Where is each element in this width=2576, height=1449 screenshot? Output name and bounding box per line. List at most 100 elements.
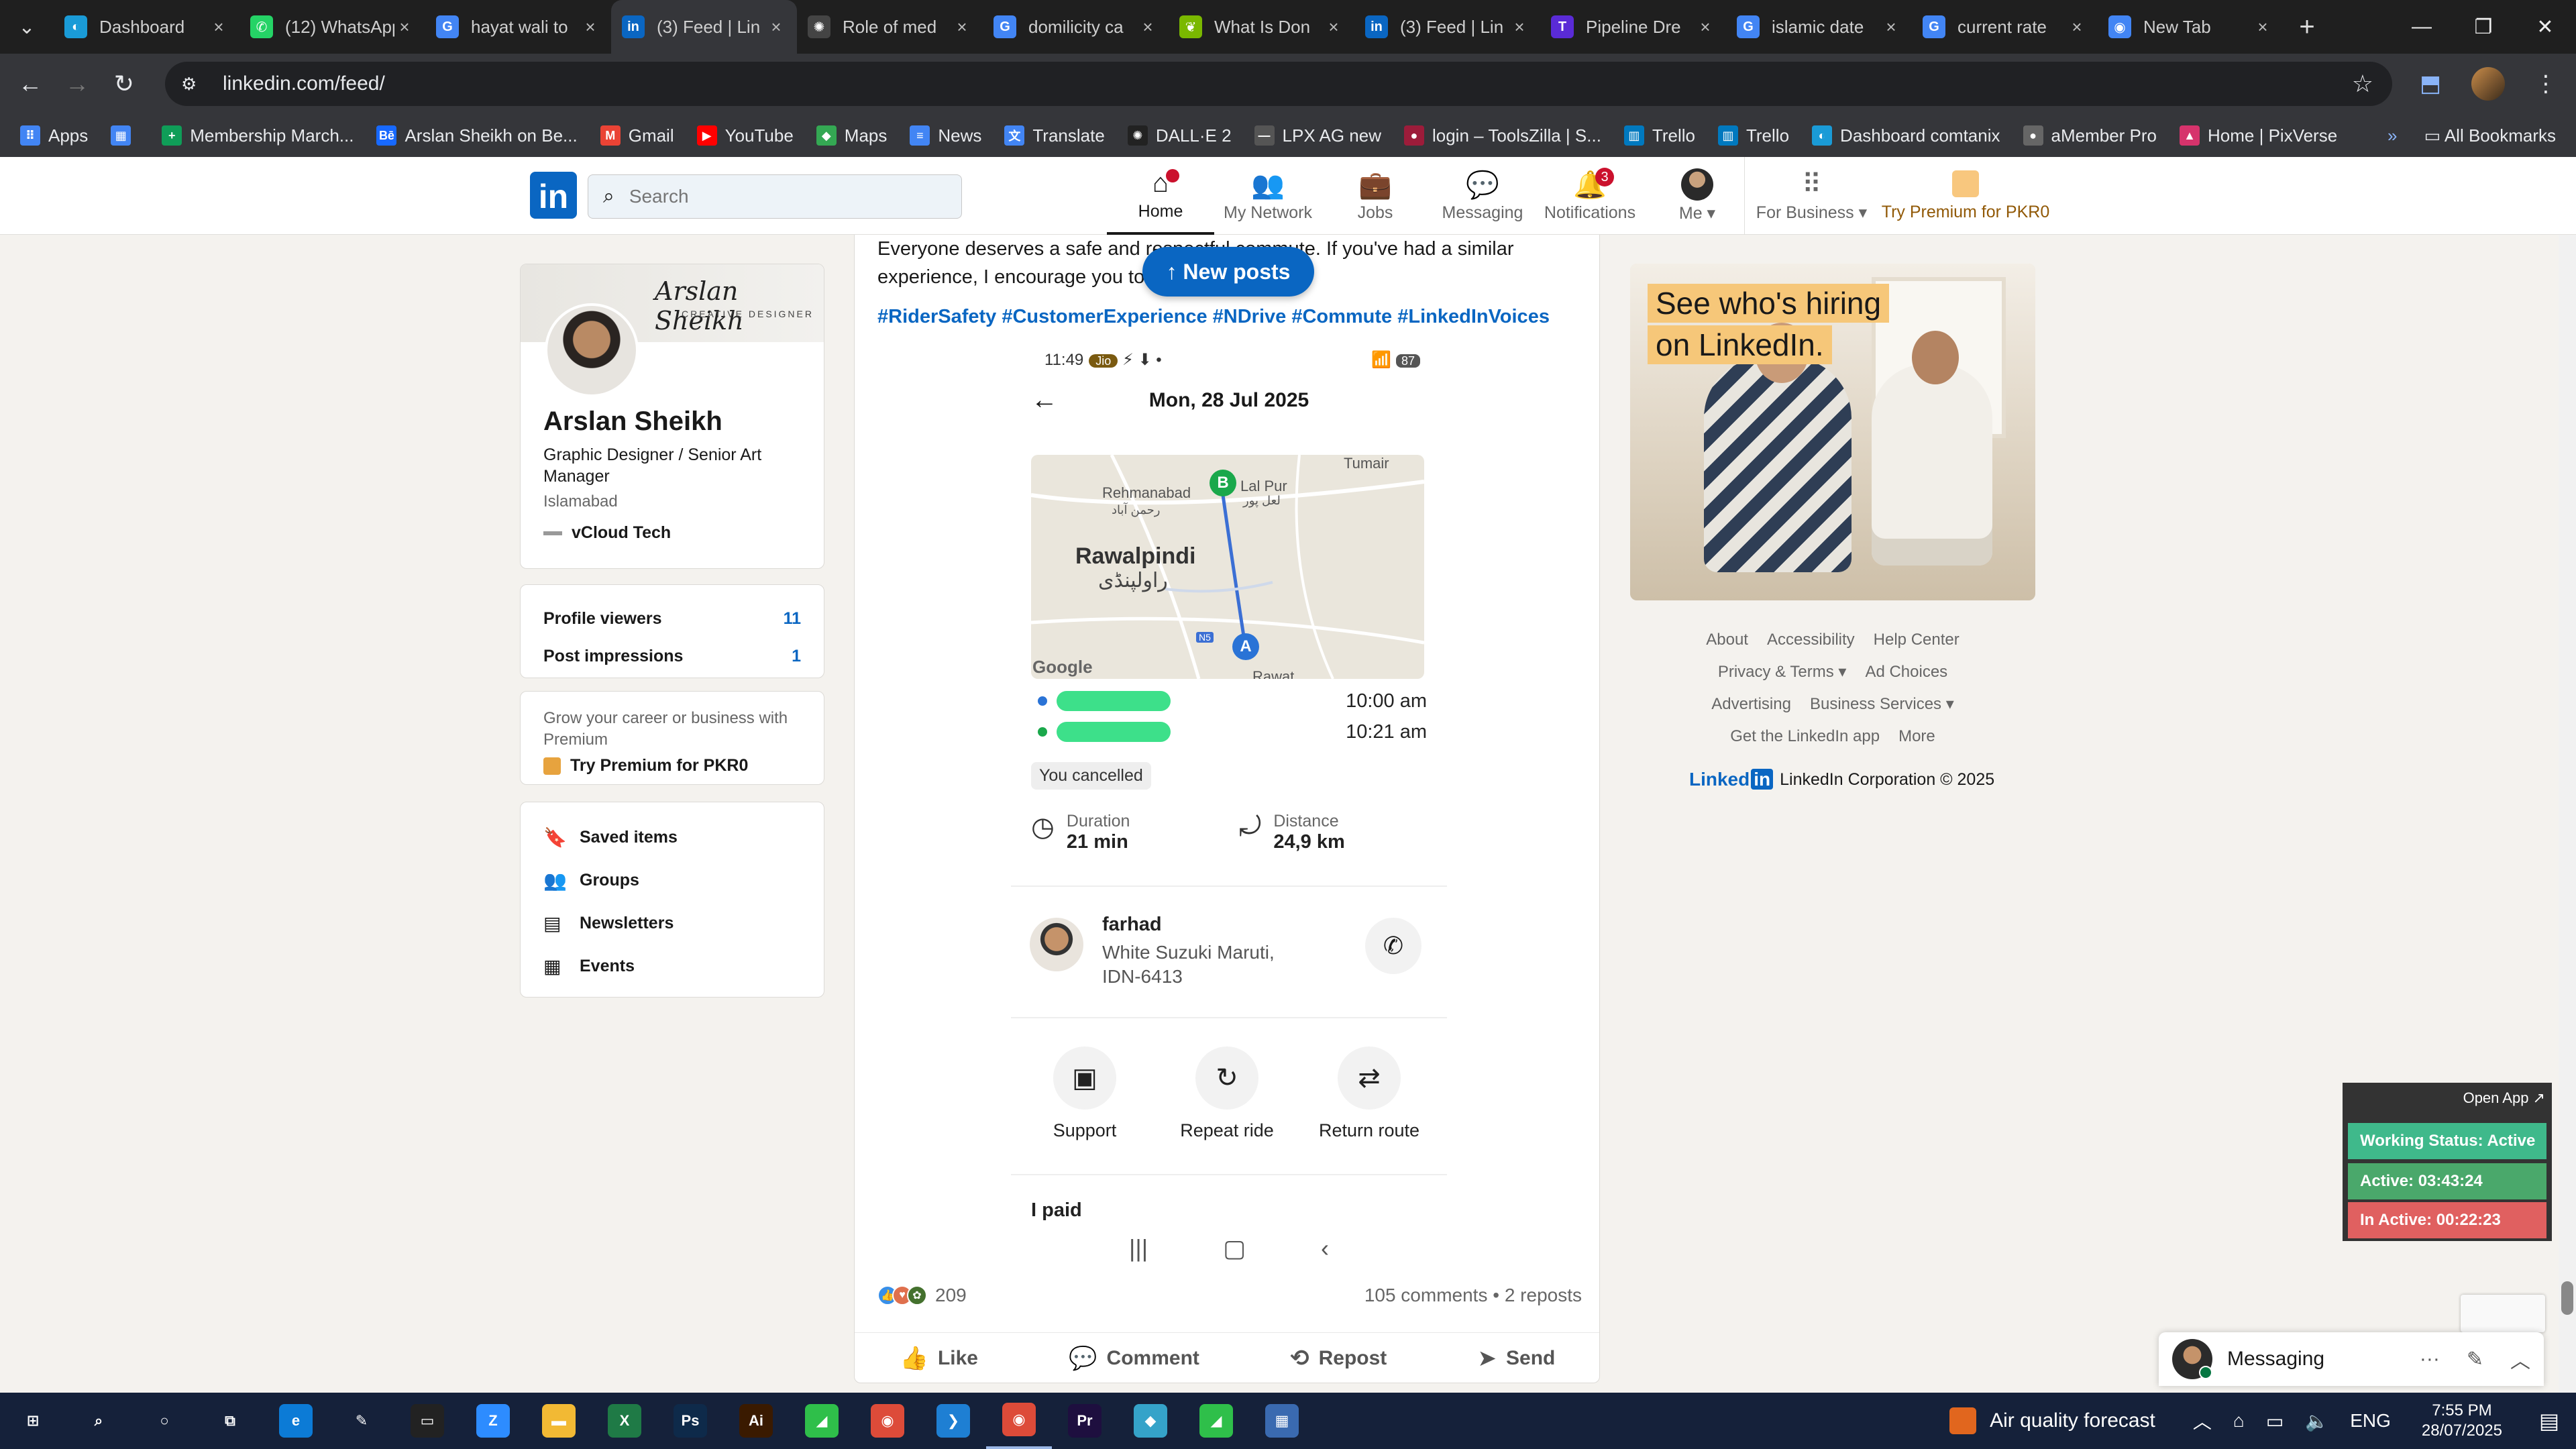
bookmark-item[interactable]: ≡ News xyxy=(910,125,981,146)
post-action-like[interactable]: 👍 Like xyxy=(900,1345,978,1372)
taskbar-chrome-button[interactable]: ◉ xyxy=(986,1393,1052,1449)
browser-menu-icon[interactable]: ⋮ xyxy=(2529,67,2563,101)
tab-close-icon[interactable]: × xyxy=(2253,17,2273,38)
more-options-icon[interactable]: ··· xyxy=(2420,1348,2440,1371)
bookmark-item[interactable]: ● aMember Pro xyxy=(2023,125,2157,146)
tab-close-icon[interactable]: × xyxy=(952,17,972,38)
stat-post-impressions[interactable]: Post impressions 1 xyxy=(543,637,801,675)
nav-home[interactable]: ⌂ Home xyxy=(1107,157,1214,235)
taskbar-task-view-button[interactable]: ⧉ xyxy=(197,1393,263,1449)
footer-link[interactable]: Advertising xyxy=(1711,695,1791,713)
taskbar-excel-button[interactable]: X xyxy=(592,1393,657,1449)
browser-tab[interactable]: ❦ What Is Don × xyxy=(1169,0,1354,54)
taskbar-photoshop-button[interactable]: Ps xyxy=(657,1393,723,1449)
browser-tab[interactable]: ✆ (12) WhatsApp × xyxy=(239,0,425,54)
new-tab-button[interactable]: + xyxy=(2284,0,2330,54)
bookmark-item[interactable]: ▥ Trello xyxy=(1623,125,1695,146)
monitor-icon[interactable]: ▭ xyxy=(2266,1410,2284,1432)
footer-link[interactable]: Get the LinkedIn app xyxy=(1730,727,1880,745)
post-action-repost[interactable]: ⟲ Repost xyxy=(1290,1345,1387,1372)
compose-icon[interactable]: ✎ xyxy=(2467,1348,2483,1371)
browser-tab[interactable]: in (3) Feed | Lin × xyxy=(611,0,797,54)
scrollbar-thumb[interactable] xyxy=(2561,1281,2573,1315)
search-box[interactable]: ⌕ xyxy=(588,174,962,219)
more-bookmarks-icon[interactable]: » xyxy=(2387,125,2397,146)
browser-tab[interactable]: in (3) Feed | Lin × xyxy=(1354,0,1540,54)
tab-close-icon[interactable]: × xyxy=(1695,17,1715,38)
bookmark-item[interactable]: ◐ Dashboard comtanix xyxy=(1812,125,2000,146)
back-button[interactable]: ← xyxy=(7,54,54,114)
taskbar-illustrator-button[interactable]: Ai xyxy=(723,1393,789,1449)
footer-link[interactable]: Business Services ▾ xyxy=(1810,695,1954,713)
tab-close-icon[interactable]: × xyxy=(580,17,600,38)
weather-widget[interactable]: Air quality forecast xyxy=(1949,1407,2155,1434)
bookmark-item[interactable]: ▦ xyxy=(111,125,139,146)
minimize-button[interactable]: — xyxy=(2391,0,2453,54)
tab-search-icon[interactable]: ⌄ xyxy=(0,0,54,54)
footer-link[interactable]: Privacy & Terms ▾ xyxy=(1718,663,1847,681)
post-action-comment[interactable]: 💬 Comment xyxy=(1069,1345,1199,1372)
extensions-icon[interactable]: ⬒ xyxy=(2414,67,2447,101)
bookmark-item[interactable]: + Membership March... xyxy=(162,125,354,146)
all-bookmarks-button[interactable]: ▭ All Bookmarks xyxy=(2424,125,2556,146)
site-info-icon[interactable]: ⚙ xyxy=(181,74,208,95)
nav-bell[interactable]: 🔔 Notifications 3 xyxy=(1536,157,1644,235)
restore-button[interactable]: ❐ xyxy=(2453,0,2514,54)
volume-icon[interactable]: 🔈 xyxy=(2305,1410,2328,1432)
taskbar-premiere-button[interactable]: Pr xyxy=(1052,1393,1118,1449)
browser-tab[interactable]: Ghayat wali to × xyxy=(425,0,611,54)
nav-briefcase[interactable]: 💼 Jobs xyxy=(1322,157,1429,235)
taskbar-calculator-button[interactable]: ▦ xyxy=(1249,1393,1315,1449)
network-icon[interactable]: ⌂ xyxy=(2233,1410,2245,1432)
browser-tab[interactable]: ◉ New Tab × xyxy=(2098,0,2284,54)
bookmark-item[interactable]: ✺ DALL·E 2 xyxy=(1127,125,1232,146)
new-posts-button[interactable]: ↑ New posts xyxy=(1142,247,1314,297)
taskbar-terminal-button[interactable]: ▭ xyxy=(394,1393,460,1449)
browser-tab[interactable]: ◐ Dashboard × xyxy=(54,0,239,54)
browser-tab[interactable]: ✺ Role of med × xyxy=(797,0,983,54)
page-scrollbar[interactable] xyxy=(2559,235,2576,1393)
browser-tab[interactable]: Gdomilicity ca × xyxy=(983,0,1169,54)
bookmark-item[interactable]: ▥ Trello xyxy=(1717,125,1789,146)
bookmark-star-icon[interactable]: ☆ xyxy=(2352,70,2373,98)
taskbar-file-explorer-button[interactable]: ▬ xyxy=(526,1393,592,1449)
messaging-bar[interactable]: Messaging ··· ✎ ︿ xyxy=(2159,1332,2544,1386)
bookmark-item[interactable]: ● login – ToolsZilla | S... xyxy=(1403,125,1601,146)
search-input[interactable] xyxy=(629,186,938,207)
taskbar-pen-button[interactable]: ✎ xyxy=(329,1393,394,1449)
show-hidden-icons-icon[interactable]: ︿ xyxy=(2193,1407,2212,1434)
reload-button[interactable]: ↻ xyxy=(101,54,148,114)
post-hashtags[interactable]: #RiderSafety #CustomerExperience #NDrive… xyxy=(877,306,1550,328)
bookmark-item[interactable]: ⠿ Apps xyxy=(20,125,88,146)
bookmark-item[interactable]: M Gmail xyxy=(600,125,674,146)
post-action-send[interactable]: ➤ Send xyxy=(1478,1345,1556,1372)
notification-center-icon[interactable]: ▤ xyxy=(2522,1408,2576,1434)
bookmark-item[interactable]: ◆ Maps xyxy=(816,125,887,146)
premium-upsell-link[interactable]: Try Premium for PKR0 xyxy=(543,756,801,775)
clock[interactable]: 7:55 PM 28/07/2025 xyxy=(2422,1401,2502,1441)
nav-network[interactable]: 👥 My Network xyxy=(1214,157,1322,235)
taskbar-vscode-button[interactable]: ❯ xyxy=(920,1393,986,1449)
post-image-ride-receipt[interactable]: 11:49 Jio ⚡ ⬇ • 📶 87 ← Mon, 28 Jul 2025 R… xyxy=(1011,342,1447,1348)
tab-close-icon[interactable]: × xyxy=(1509,17,1529,38)
shortcut-item[interactable]: ▦ Events xyxy=(543,945,801,987)
language-indicator[interactable]: ENG xyxy=(2350,1410,2391,1432)
profile-company[interactable]: vCloud Tech xyxy=(543,523,671,543)
profile-photo[interactable] xyxy=(545,303,639,397)
shortcut-item[interactable]: 👥 Groups xyxy=(543,859,801,902)
taskbar-search-button[interactable]: ⌕ xyxy=(66,1393,131,1449)
bookmark-item[interactable]: Bē Arslan Sheikh on Be... xyxy=(376,125,578,146)
profile-name[interactable]: Arslan Sheikh xyxy=(543,407,722,437)
bookmark-item[interactable]: ▶ YouTube xyxy=(696,125,794,146)
footer-link[interactable]: Ad Choices xyxy=(1865,663,1947,681)
taskbar-edge-button[interactable]: e xyxy=(263,1393,329,1449)
messaging-title[interactable]: Messaging xyxy=(2227,1348,2393,1371)
url-text[interactable]: linkedin.com/feed/ xyxy=(223,72,385,95)
taskbar-green-app-button[interactable]: ◢ xyxy=(1183,1393,1249,1449)
browser-tab[interactable]: Gcurrent rate × xyxy=(1912,0,2098,54)
nav-for-business[interactable]: ⠿ For Business ▾ xyxy=(1744,157,1878,235)
shortcut-item[interactable]: ▤ Newsletters xyxy=(543,902,801,945)
forward-button[interactable]: → xyxy=(54,54,101,114)
taskbar-chrome-button[interactable]: ◉ xyxy=(855,1393,920,1449)
profile-card[interactable]: Arslan Sheikh CREATIVE DESIGNER Arslan S… xyxy=(520,264,824,569)
